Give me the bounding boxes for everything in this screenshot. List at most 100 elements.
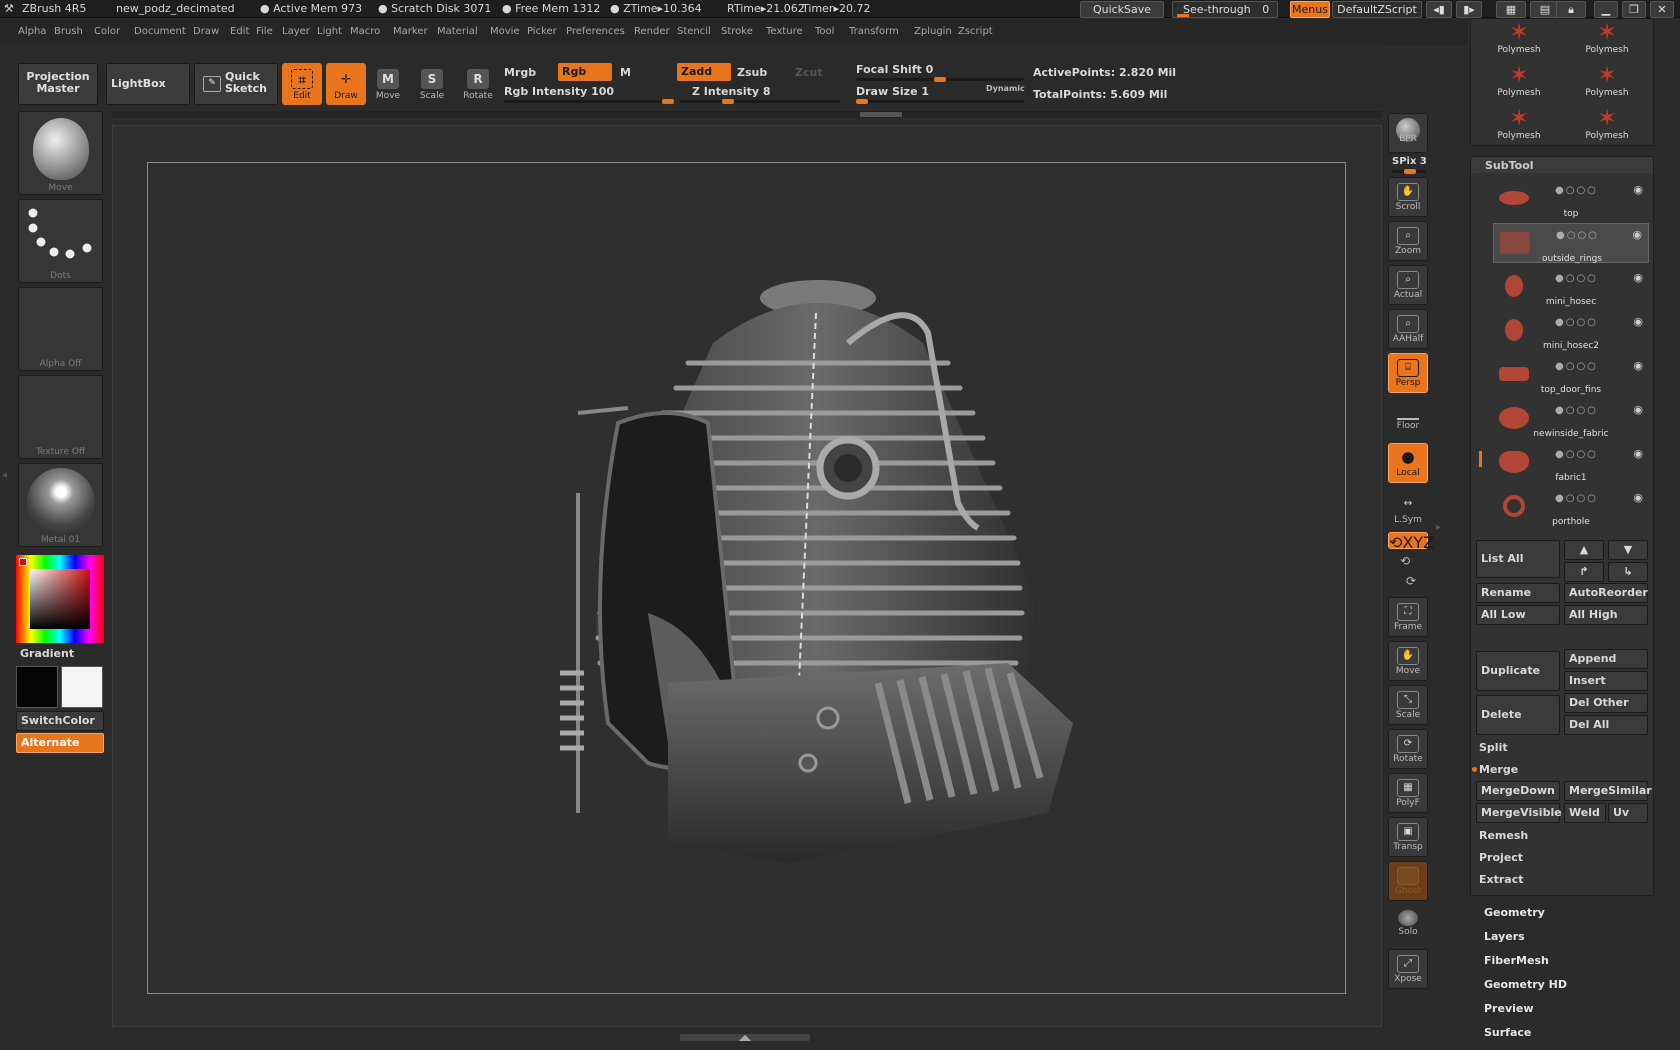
scroll-right-icon[interactable]: ▮▸ <box>1456 1 1482 18</box>
zadd-toggle[interactable]: Zadd <box>677 63 731 81</box>
scroll-left-icon[interactable]: ◂▮ <box>1426 1 1452 18</box>
default-zscript-button[interactable]: DefaultZScript <box>1332 1 1422 18</box>
menu-material[interactable]: Material <box>437 26 478 37</box>
layers-section[interactable]: Layers <box>1484 930 1525 943</box>
zcut-toggle[interactable]: Zcut <box>795 66 823 79</box>
merge-similar-button[interactable]: MergeSimilar <box>1564 781 1652 801</box>
subtool-toggles-icon[interactable]: ●○○○ <box>1555 185 1598 196</box>
move-down-icon[interactable]: ▼ <box>1608 540 1648 560</box>
visibility-eye-icon[interactable]: ◉ <box>1633 315 1643 328</box>
move-button[interactable]: M Move <box>368 63 408 105</box>
draw-button[interactable]: ✛ Draw <box>326 63 366 105</box>
menu-movie[interactable]: Movie <box>490 26 520 37</box>
menu-stencil[interactable]: Stencil <box>677 26 711 37</box>
visibility-eye-icon[interactable]: ◉ <box>1633 359 1643 372</box>
subtool-item-mini-hosec2[interactable]: ●○○○ ◉ mini_hosec2 <box>1493 311 1649 351</box>
visibility-eye-icon[interactable]: ◉ <box>1633 491 1643 504</box>
geometry-section[interactable]: Geometry <box>1484 906 1545 919</box>
merge-visible-button[interactable]: MergeVisible <box>1476 803 1562 823</box>
quicksave-button[interactable]: QuickSave <box>1080 1 1164 18</box>
top-scroll-thumb[interactable] <box>860 112 902 117</box>
surface-section[interactable]: Surface <box>1484 1026 1531 1039</box>
menu-zplugin[interactable]: Zplugin <box>914 26 952 37</box>
menu-brush[interactable]: Brush <box>54 26 83 37</box>
menu-light[interactable]: Light <box>317 26 342 37</box>
material-thumbnail[interactable]: Metal 01 <box>18 463 103 547</box>
visibility-eye-icon[interactable]: ◉ <box>1633 271 1643 284</box>
menu-zscript[interactable]: Zscript <box>958 26 993 37</box>
subtool-item-top-door-fins[interactable]: ●○○○ ◉ top_door_fins <box>1493 355 1649 395</box>
polyf-button[interactable]: ▦ PolyF <box>1388 773 1428 813</box>
texture-thumbnail[interactable]: Texture Off <box>18 375 103 459</box>
rotate-z-icon[interactable]: ⟳ <box>1406 574 1416 588</box>
minimize-icon[interactable]: ▁ <box>1594 1 1618 18</box>
delete-button[interactable]: Delete <box>1476 695 1560 735</box>
remesh-section[interactable]: Remesh <box>1479 829 1528 842</box>
edit-button[interactable]: ⌗ Edit <box>282 63 322 105</box>
rgb-toggle[interactable]: Rgb <box>558 63 612 81</box>
layout-icon[interactable]: ▦ <box>1496 1 1526 18</box>
fibermesh-section[interactable]: FiberMesh <box>1484 954 1549 967</box>
menu-preferences[interactable]: Preferences <box>566 26 625 37</box>
menu-stroke[interactable]: Stroke <box>721 26 753 37</box>
document-frame[interactable] <box>147 162 1346 994</box>
menu-picker[interactable]: Picker <box>527 26 557 37</box>
del-other-button[interactable]: Del Other <box>1564 693 1648 713</box>
menu-alpha[interactable]: Alpha <box>18 26 46 37</box>
scroll-button[interactable]: ✋ Scroll <box>1388 177 1428 217</box>
subtool-item-fabric1[interactable]: ●○○○ ◉ fabric1 <box>1493 443 1649 483</box>
polymesh-tool-5[interactable]: ✶ Polymesh <box>1479 105 1559 147</box>
scale-view-button[interactable]: ⤡ Scale <box>1388 685 1428 725</box>
bpr-button[interactable]: BPR <box>1388 113 1428 153</box>
scale-button[interactable]: S Scale <box>412 63 452 105</box>
local-button[interactable]: Local <box>1388 443 1428 483</box>
mrgb-toggle[interactable]: Mrgb <box>504 66 536 79</box>
subtool-item-top[interactable]: ●○○○ ◉ top <box>1493 179 1649 219</box>
uv-toggle[interactable]: Uv <box>1608 803 1648 823</box>
rotate-y-icon[interactable]: ⟲ <box>1400 554 1410 568</box>
rotate-view-button[interactable]: ⟳ Rotate <box>1388 729 1428 769</box>
subtool-item-outside-rings[interactable]: ●○○○ ◉ outside_rings <box>1493 223 1649 264</box>
rename-button[interactable]: Rename <box>1476 583 1560 603</box>
bottom-tray-handle-icon[interactable]: ◢◣ <box>680 1034 810 1042</box>
merge-down-button[interactable]: MergeDown <box>1476 781 1560 801</box>
subtool-item-newinside-fabric[interactable]: ●○○○ ◉ newinside_fabric <box>1493 399 1649 439</box>
zsub-toggle[interactable]: Zsub <box>737 66 767 79</box>
menu-tool[interactable]: Tool <box>815 26 834 37</box>
quick-sketch-button[interactable]: ✎ Quick Sketch <box>194 63 278 105</box>
floor-button[interactable]: Floor <box>1388 401 1428 441</box>
visibility-eye-icon[interactable]: ◉ <box>1632 228 1642 241</box>
auto-reorder-button[interactable]: AutoReorder <box>1564 583 1648 603</box>
alpha-thumbnail[interactable]: Alpha Off <box>18 287 103 371</box>
frame-button[interactable]: ⛶ Frame <box>1388 597 1428 637</box>
polymesh-tool-3[interactable]: ✶ Polymesh <box>1479 62 1559 104</box>
subtool-toggles-icon[interactable]: ●○○○ <box>1556 230 1599 241</box>
left-tray-handle-icon[interactable]: ◂ <box>2 470 10 540</box>
subtool-header[interactable]: SubTool <box>1471 157 1653 173</box>
lock-icon[interactable]: 🔒︎ <box>1556 1 1586 18</box>
extract-section[interactable]: Extract <box>1479 873 1524 886</box>
duplicate-button[interactable]: Duplicate <box>1476 651 1560 691</box>
all-low-button[interactable]: All Low <box>1476 605 1560 625</box>
subtool-toggles-icon[interactable]: ●○○○ <box>1555 317 1598 328</box>
polymesh-tool-6[interactable]: ✶ Polymesh <box>1567 105 1647 147</box>
color-picker[interactable] <box>16 555 104 643</box>
move-down-folder-icon[interactable]: ↳ <box>1608 562 1648 582</box>
menu-file[interactable]: File <box>256 26 273 37</box>
primary-color-swatch[interactable] <box>16 666 58 708</box>
all-high-button[interactable]: All High <box>1564 605 1648 625</box>
m-toggle[interactable]: M <box>620 66 631 79</box>
menu-color[interactable]: Color <box>94 26 120 37</box>
rgb-intensity-slider[interactable] <box>504 99 674 104</box>
subtool-toggles-icon[interactable]: ●○○○ <box>1555 449 1598 460</box>
rotate-button[interactable]: R Rotate <box>458 63 498 105</box>
actual-button[interactable]: ⌕ Actual <box>1388 265 1428 305</box>
dynamic-toggle[interactable]: Dynamic <box>986 84 1025 93</box>
switch-color-button[interactable]: SwitchColor <box>16 711 104 731</box>
lightbox-button[interactable]: LightBox <box>106 63 190 105</box>
geometry-hd-section[interactable]: Geometry HD <box>1484 978 1567 991</box>
menu-macro[interactable]: Macro <box>350 26 380 37</box>
top-scroll-track[interactable] <box>112 111 1382 118</box>
solo-button[interactable]: Solo <box>1388 905 1428 945</box>
subtool-item-mini-hosec[interactable]: ●○○○ ◉ mini_hosec <box>1493 267 1649 307</box>
